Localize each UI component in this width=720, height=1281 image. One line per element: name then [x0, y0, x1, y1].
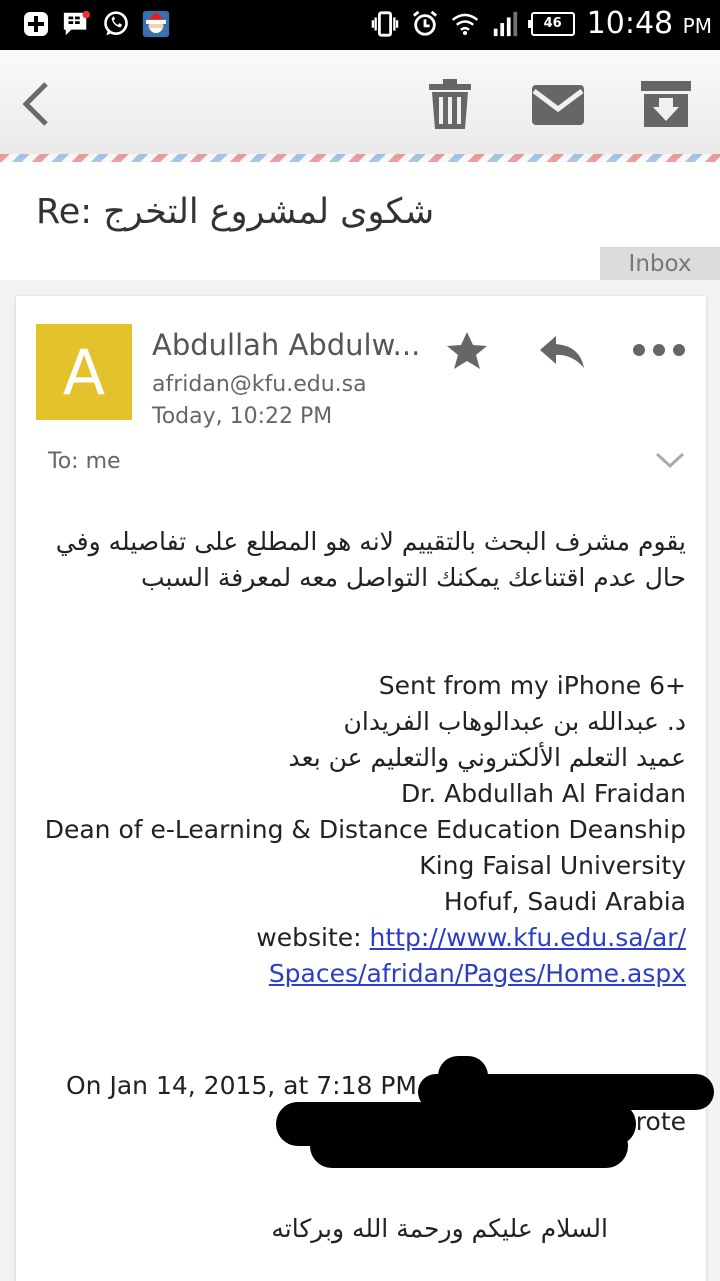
subject-area: Re: شكوى لمشروع التخرج Inbox — [0, 162, 720, 280]
back-chevron-icon — [22, 82, 48, 126]
signature-arabic-name: د. عبدالله بن عبدالوهاب الفريدان — [343, 707, 686, 736]
inbox-label[interactable]: Inbox — [600, 247, 720, 280]
recipient-line: To: me — [48, 449, 121, 474]
add-notification-icon — [22, 8, 50, 40]
signature-university: King Faisal University — [419, 851, 686, 880]
back-button[interactable] — [6, 76, 66, 132]
signature-website: website: http://www.kfu.edu.sa/ar/ — [40, 920, 686, 956]
wifi-icon — [451, 8, 479, 40]
avatar[interactable]: A — [36, 324, 132, 420]
signature-block: Sent from my iPhone 6+ د. عبدالله بن عبد… — [40, 668, 686, 992]
signature-arabic-title: عميد التعلم الألكتروني والتعليم عن بعد — [288, 743, 686, 772]
website-label: website: — [256, 923, 370, 952]
alarm-icon — [411, 8, 439, 40]
trash-icon — [429, 79, 471, 129]
header-divider — [0, 154, 720, 162]
website-link[interactable]: http://www.kfu.edu.sa/ar/ — [370, 923, 686, 952]
signature-website-cont: Spaces/afridan/Pages/Home.aspx — [40, 956, 686, 992]
action-bar — [0, 50, 720, 158]
delete-button[interactable] — [420, 76, 480, 132]
email-subject: Re: شكوى لمشروع التخرج — [36, 192, 435, 232]
sent-from-line: Sent from my iPhone 6+ — [378, 671, 686, 700]
signature-location: Hofuf, Saudi Arabia — [443, 887, 686, 916]
whatsapp-icon — [102, 8, 130, 40]
body-paragraph: يقوم مشرف البحث بالتقييم لانه هو المطلع … — [55, 527, 686, 592]
star-button[interactable] — [441, 328, 493, 374]
more-options-button[interactable] — [628, 334, 690, 366]
message-card: A Abdullah Abdulw... afridan@kfu.edu.sa … — [16, 296, 714, 1281]
sender-email: afridan@kfu.edu.sa — [152, 372, 367, 397]
expand-details-button[interactable] — [654, 446, 686, 474]
battery-indicator: 46 — [527, 11, 575, 36]
chevron-down-icon — [655, 452, 685, 469]
sender-name: Abdullah Abdulw... — [152, 328, 421, 362]
archive-icon — [641, 81, 691, 127]
reply-button[interactable] — [534, 330, 590, 374]
archive-button[interactable] — [636, 76, 696, 132]
signature-name: Dr. Abdullah Al Fraidan — [401, 779, 686, 808]
signal-icon — [491, 8, 519, 40]
app-santa-icon — [142, 8, 170, 40]
more-dots-icon — [633, 344, 685, 356]
bbm-icon — [62, 8, 90, 40]
redaction-mark — [310, 1124, 628, 1168]
vibrate-icon — [371, 8, 399, 40]
quote-greeting: السلام عليكم ورحمة الله وبركاته — [271, 1214, 608, 1243]
signature-title: Dean of e-Learning & Distance Education … — [44, 815, 686, 844]
sent-time: Today, 10:22 PM — [152, 404, 333, 429]
redaction-mark — [438, 1056, 488, 1096]
envelope-icon — [532, 85, 584, 125]
star-icon — [447, 332, 487, 369]
website-link-cont[interactable]: Spaces/afridan/Pages/Home.aspx — [269, 959, 686, 988]
status-bar: 46 10:48 PM — [0, 0, 720, 50]
status-time: 10:48 PM — [586, 6, 712, 41]
reply-icon — [540, 336, 584, 368]
mark-unread-button[interactable] — [528, 76, 588, 132]
